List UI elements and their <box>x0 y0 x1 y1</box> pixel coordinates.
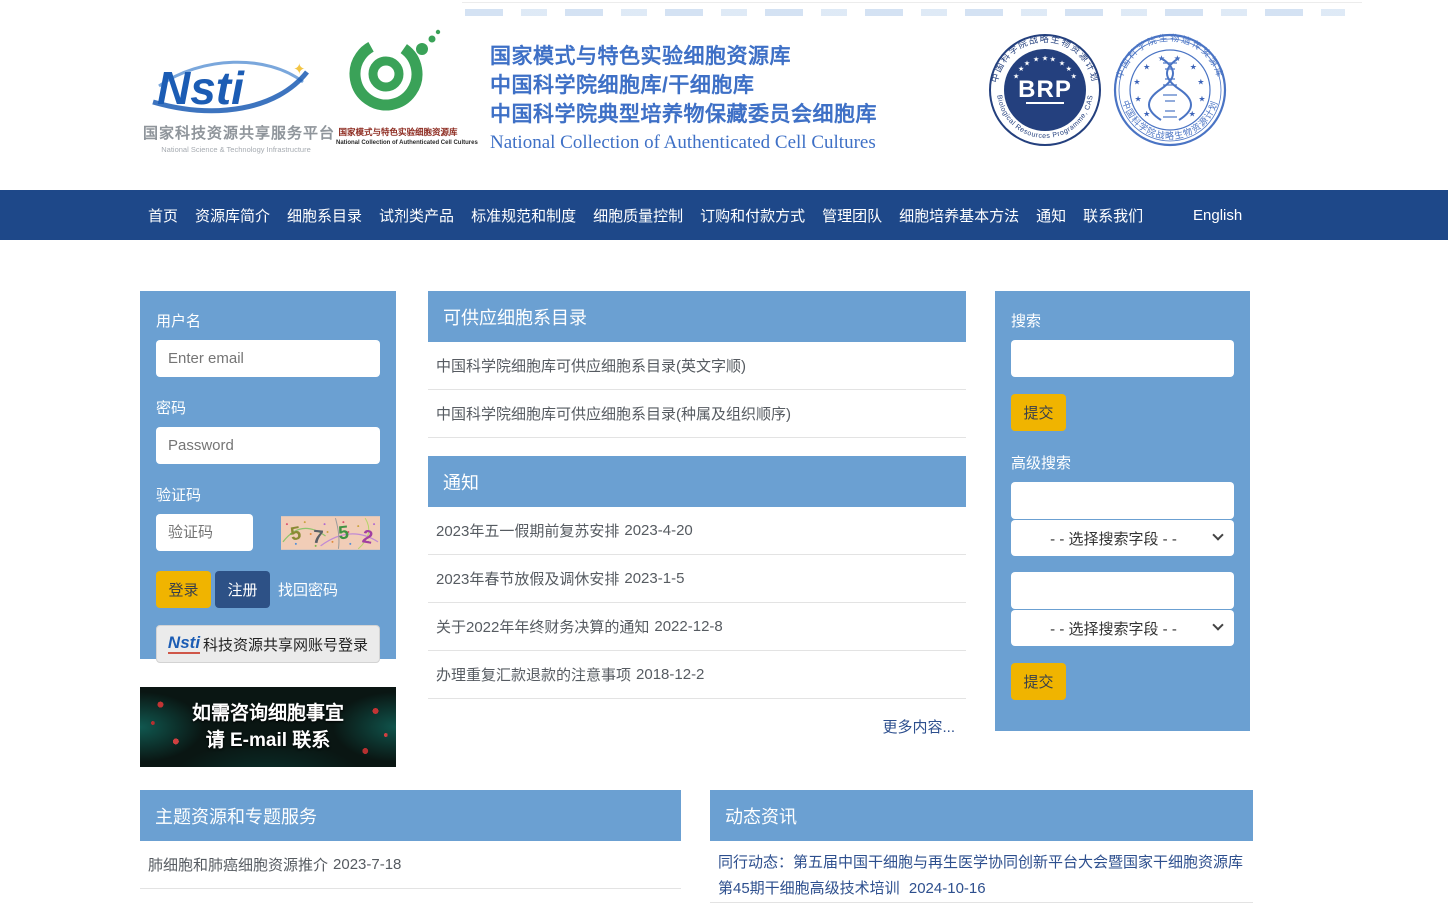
news-panel: 动态资讯 同行动态：第五届中国干细胞与再生医学协同创新平台大会暨国家干细胞资源库… <box>710 790 1253 903</box>
catalog-item-species-order[interactable]: 中国科学院细胞库可供应细胞系目录(种属及组织顺序) <box>428 390 966 438</box>
notice-item[interactable]: 2023年五一假期前复苏安排 2023-4-20 <box>428 507 966 555</box>
notice-item-date: 2023-1-5 <box>624 570 684 587</box>
dna-seal: 中国科学院生物遗传资源库 中国科学院战略生物资源计划 ★★ ★★ ★★ ★★ ★… <box>1113 33 1227 147</box>
password-label: 密码 <box>156 397 380 418</box>
nsti-account-login-button[interactable]: Nsti 科技资源共享网账号登录 <box>156 625 380 663</box>
brp-seal: ★★★ ★★★ ★★★ BRP 中国科学院战略生物资源计划 Biological… <box>988 33 1102 147</box>
email-banner-line1: 如需咨询细胞事宜 <box>192 700 344 727</box>
main-nav: 首页 资源库简介 细胞系目录 试剂类产品 标准规范和制度 细胞质量控制 订购和付… <box>0 190 1448 240</box>
catalog-panel: 可供应细胞系目录 中国科学院细胞库可供应细胞系目录(英文字顺) 中国科学院细胞库… <box>428 291 966 438</box>
captcha-digit-3: 5 <box>337 521 350 543</box>
nsti-account-login-label: 科技资源共享网账号登录 <box>203 634 368 655</box>
notice-item-text: 关于2022年年终财务决算的通知 <box>436 616 649 637</box>
page: Nsti ✦ 国家科技资源共享服务平台 National Science & T… <box>0 0 1448 908</box>
cell-bank-logo-graphic <box>336 28 460 120</box>
search-field-select-2[interactable]: - - 选择搜索字段 - - <box>1011 610 1234 646</box>
nav-item-team[interactable]: 管理团队 <box>822 205 882 226</box>
sparkle-icon: ✦ <box>293 61 306 78</box>
notice-item-text: 2023年五一假期前复苏安排 <box>436 520 619 541</box>
clipped-text-banner <box>465 9 1345 16</box>
news-item-date: 2024-10-16 <box>909 880 986 897</box>
brp-acronym: BRP <box>1018 76 1072 103</box>
site-title-line3: 中国科学院典型培养物保藏委员会细胞库 <box>490 100 930 129</box>
site-title: 国家模式与特色实验细胞资源库 中国科学院细胞库/干细胞库 中国科学院典型培养物保… <box>490 42 930 154</box>
nav-item-english[interactable]: English <box>1193 190 1242 240</box>
topics-item[interactable]: 肺细胞和肺癌细胞资源推介 2023-7-18 <box>140 841 681 889</box>
email-contact-banner[interactable]: 如需咨询细胞事宜 请 E-mail 联系 <box>140 687 396 767</box>
search-panel: 搜索 提交 高级搜索 - - 选择搜索字段 - - - - 选择搜索字段 - -… <box>995 291 1250 731</box>
news-item[interactable]: 同行动态：第五届中国干细胞与再生医学协同创新平台大会暨国家干细胞资源库第45期干… <box>710 841 1253 903</box>
notice-item-date: 2022-12-8 <box>654 618 722 635</box>
email-banner-line2: 请 E-mail 联系 <box>206 727 331 754</box>
catalog-item-english-order[interactable]: 中国科学院细胞库可供应细胞系目录(英文字顺) <box>428 342 966 390</box>
chevron-down-icon <box>1212 619 1223 630</box>
password-input[interactable] <box>156 427 380 464</box>
notice-item[interactable]: 2023年春节放假及调休安排 2023-1-5 <box>428 555 966 603</box>
nav-item-reagents[interactable]: 试剂类产品 <box>379 205 454 226</box>
site-title-line2: 中国科学院细胞库/干细胞库 <box>490 71 930 100</box>
notice-item-date: 2023-4-20 <box>624 522 692 539</box>
login-panel: 用户名 密码 验证码 <box>140 291 396 659</box>
catalog-panel-title: 可供应细胞系目录 <box>428 291 966 342</box>
more-content-link[interactable]: 更多内容... <box>428 716 966 737</box>
username-input[interactable] <box>156 340 380 377</box>
site-title-line1: 国家模式与特色实验细胞资源库 <box>490 42 930 71</box>
notice-item-text: 2023年春节放假及调休安排 <box>436 568 619 589</box>
nav-item-contact[interactable]: 联系我们 <box>1083 205 1143 226</box>
notice-item[interactable]: 关于2022年年终财务决算的通知 2022-12-8 <box>428 603 966 651</box>
search-label: 搜索 <box>1011 310 1234 331</box>
nav-item-quality-control[interactable]: 细胞质量控制 <box>593 205 683 226</box>
register-button[interactable]: 注册 <box>215 571 270 608</box>
cell-bank-caption-cn: 国家模式与特色实验细胞资源库 <box>336 126 460 138</box>
forgot-password-link[interactable]: 找回密码 <box>278 579 338 600</box>
chevron-down-icon <box>1212 529 1223 540</box>
notice-panel-title: 通知 <box>428 456 966 507</box>
search-input[interactable] <box>1011 340 1234 377</box>
nav-item-home[interactable]: 首页 <box>148 205 178 226</box>
topics-panel: 主题资源和专题服务 肺细胞和肺癌细胞资源推介 2023-7-18 <box>140 790 681 889</box>
site-title-english: National Collection of Authenticated Cel… <box>490 132 930 154</box>
captcha-digit-2: 7 <box>312 525 325 547</box>
advanced-search-input-2[interactable] <box>1011 572 1234 609</box>
nsti-logo-graphic: Nsti ✦ <box>143 50 329 116</box>
login-button[interactable]: 登录 <box>156 571 211 608</box>
nsti-subtitle-cn: 国家科技资源共享服务平台 <box>143 122 329 143</box>
captcha-image[interactable]: 5 7 5 2 <box>281 516 380 550</box>
topics-item-text: 肺细胞和肺癌细胞资源推介 <box>148 854 328 875</box>
nav-item-notices[interactable]: 通知 <box>1036 205 1066 226</box>
nav-item-culture-methods[interactable]: 细胞培养基本方法 <box>899 205 1019 226</box>
notice-item-date: 2018-12-2 <box>636 666 704 683</box>
notice-item-text: 办理重复汇款退款的注意事项 <box>436 664 631 685</box>
captcha-input[interactable] <box>156 514 253 551</box>
advanced-search-label: 高级搜索 <box>1011 452 1234 473</box>
username-label: 用户名 <box>156 310 380 331</box>
nsti-logo: Nsti ✦ 国家科技资源共享服务平台 National Science & T… <box>143 50 329 154</box>
search-submit-button[interactable]: 提交 <box>1011 394 1066 431</box>
notice-panel: 通知 2023年五一假期前复苏安排 2023-4-20 2023年春节放假及调休… <box>428 456 966 699</box>
notice-item[interactable]: 办理重复汇款退款的注意事项 2018-12-2 <box>428 651 966 699</box>
captcha-label: 验证码 <box>156 484 380 505</box>
cell-bank-logo: 国家模式与特色实验细胞资源库 National Collection of Au… <box>336 28 460 146</box>
nsti-subtitle-en: National Science & Technology Infrastruc… <box>143 145 329 154</box>
nav-item-cell-catalog[interactable]: 细胞系目录 <box>287 205 362 226</box>
advanced-search-input-1[interactable] <box>1011 482 1234 519</box>
topics-item-date: 2023-7-18 <box>333 856 401 873</box>
topics-panel-title: 主题资源和专题服务 <box>140 790 681 841</box>
news-panel-title: 动态资讯 <box>710 790 1253 841</box>
cell-bank-caption-en: National Collection of Authenticated Cel… <box>336 140 460 146</box>
advanced-search-submit-button[interactable]: 提交 <box>1011 663 1066 700</box>
nav-item-ordering-payment[interactable]: 订购和付款方式 <box>700 205 805 226</box>
top-divider <box>462 2 1362 3</box>
search-field-select-1-value: - - 选择搜索字段 - - <box>1050 528 1177 549</box>
nav-item-standards[interactable]: 标准规范和制度 <box>471 205 576 226</box>
search-field-select-2-value: - - 选择搜索字段 - - <box>1050 618 1177 639</box>
search-field-select-1[interactable]: - - 选择搜索字段 - - <box>1011 520 1234 556</box>
nav-item-about[interactable]: 资源库简介 <box>195 205 270 226</box>
nsti-mini-logo: Nsti <box>168 634 200 654</box>
